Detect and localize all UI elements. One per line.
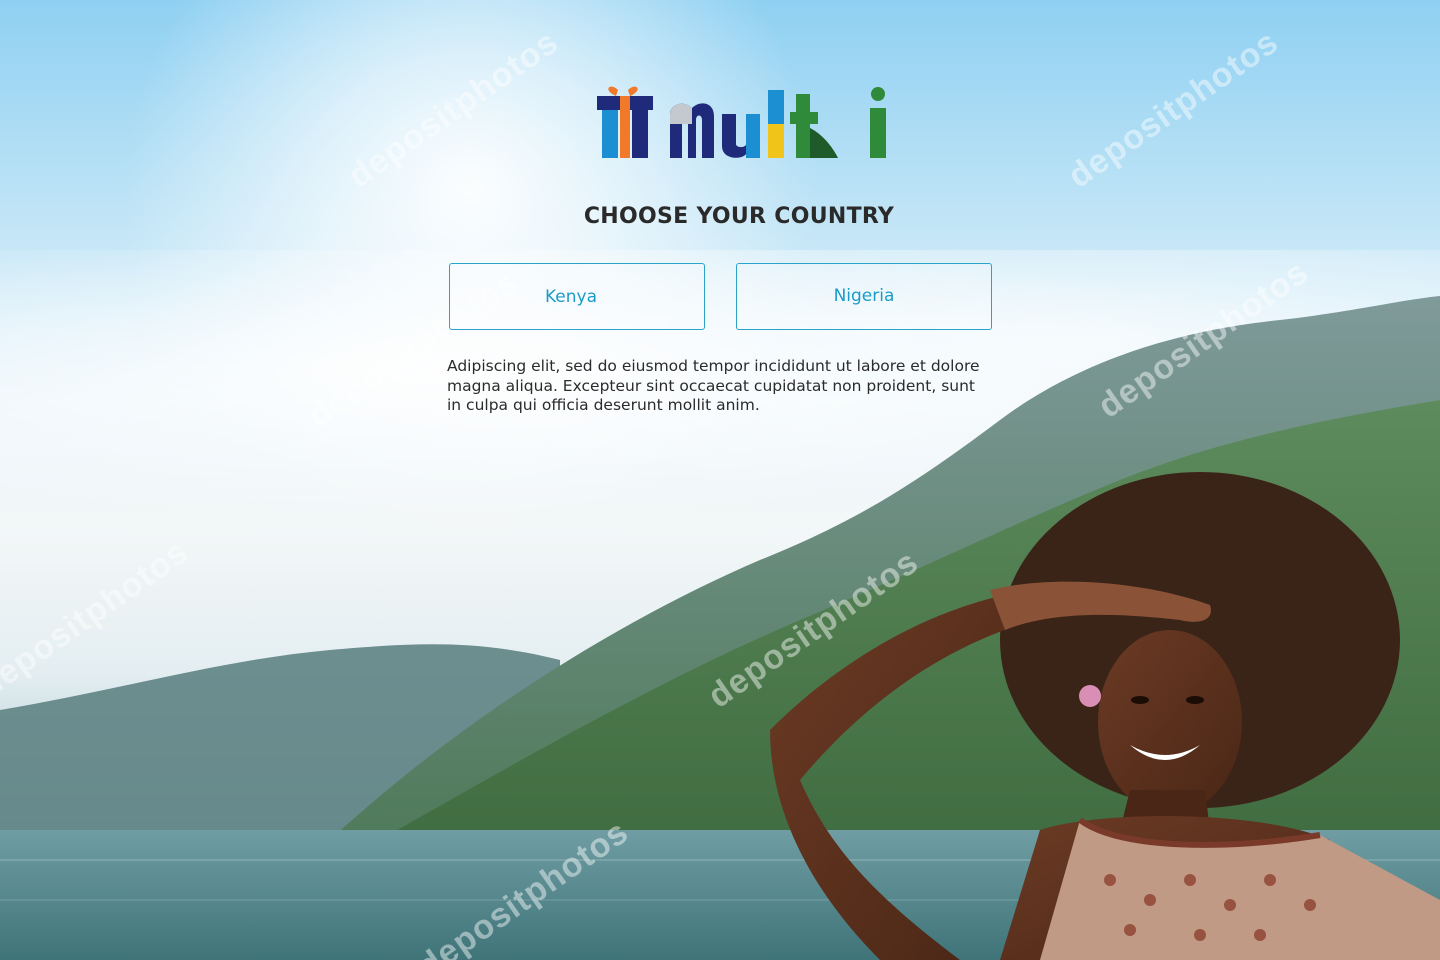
page: depositphotos depositphotos depositphoto… [0,0,1440,960]
country-button-kenya[interactable]: Kenya [449,263,705,330]
country-button-label: Kenya [544,286,597,307]
gift-logo-icon [597,86,653,158]
intro-description: Adipiscing elit, sed do eiusmod tempor i… [447,357,980,414]
country-button-label: Nigeria [833,285,895,306]
page-title: CHOOSE YOUR COUNTRY [583,204,895,229]
country-button-nigeria[interactable]: Nigeria [736,263,992,330]
multi-logo [597,86,886,158]
country-selector: CHOOSE YOUR COUNTRY Kenya Nigeria Adipis… [0,0,1440,960]
